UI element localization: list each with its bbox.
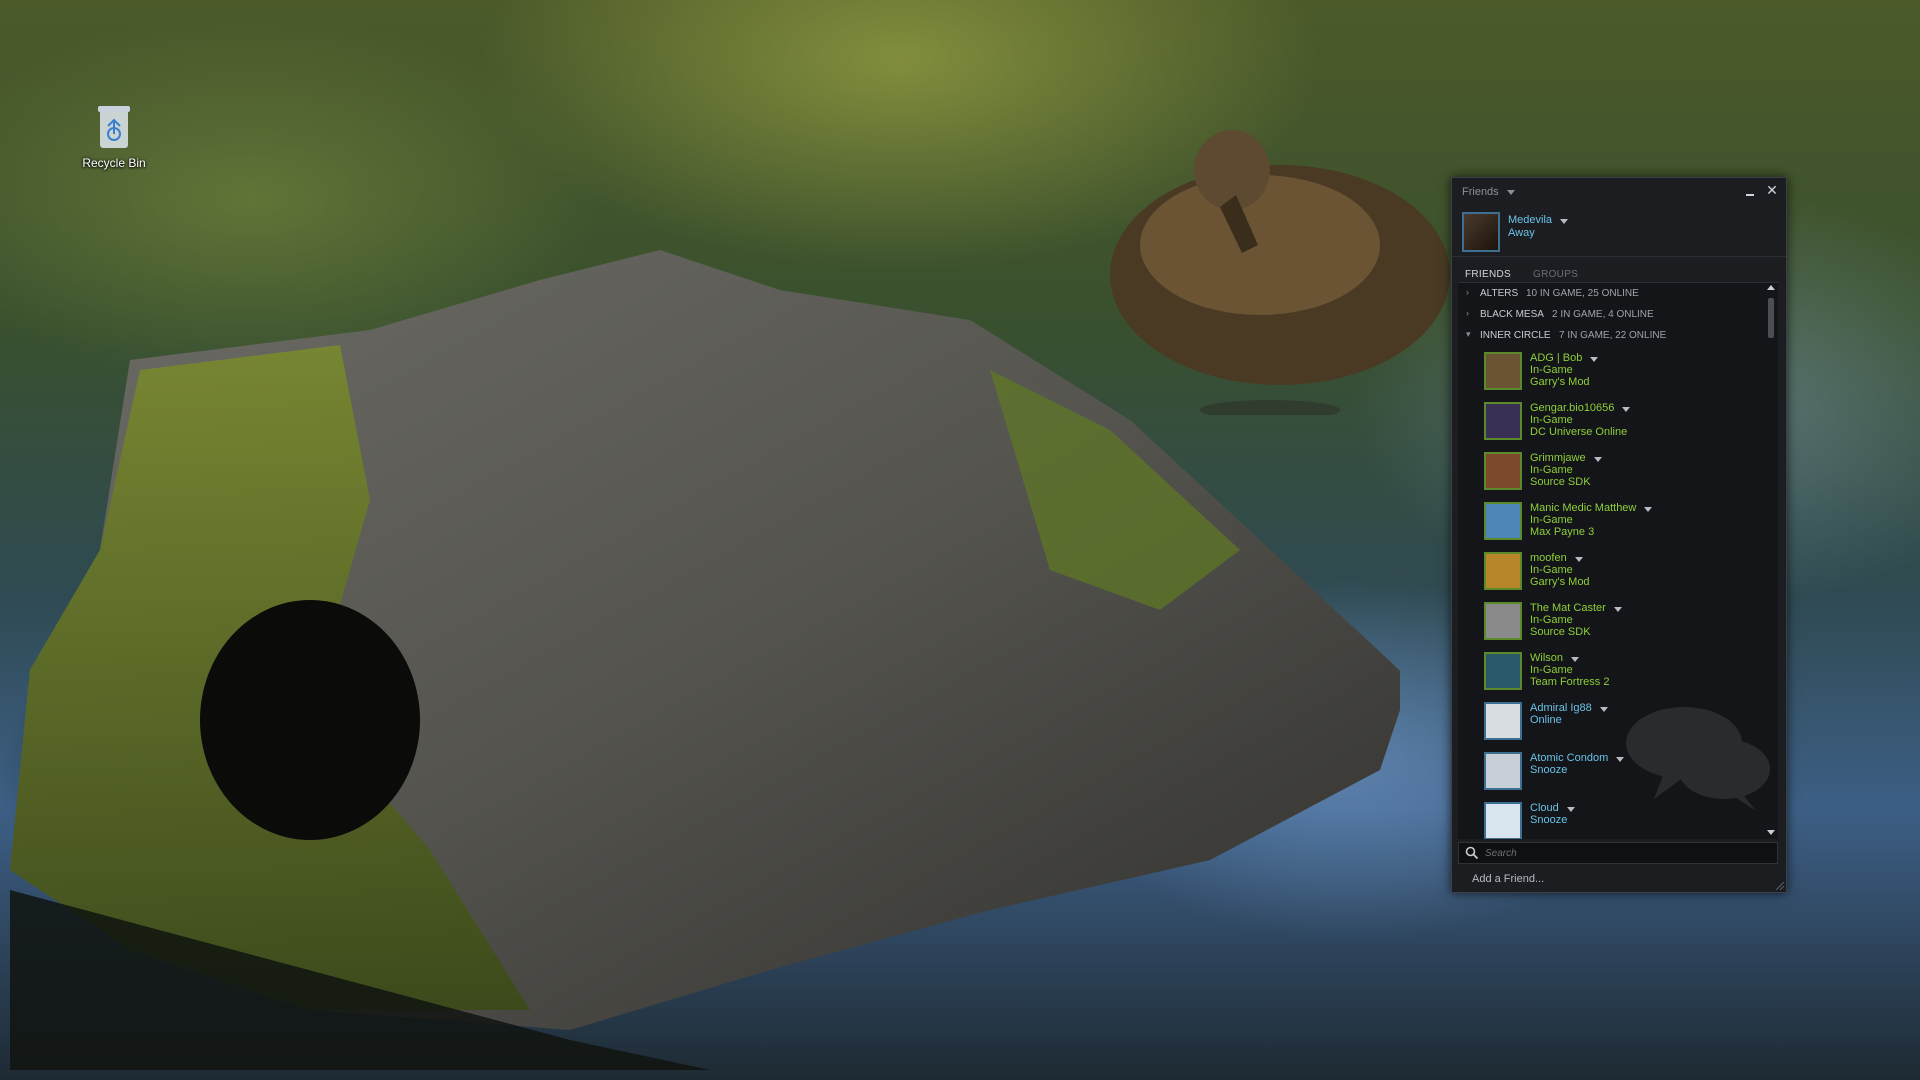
friend-name[interactable]: moofen: [1530, 552, 1567, 564]
friends-list-scrollbar[interactable]: [1767, 283, 1775, 839]
friend-menu-caret-icon[interactable]: [1644, 507, 1652, 512]
friends-titlebar[interactable]: Friends ✕: [1452, 178, 1786, 206]
friend-name[interactable]: Cloud: [1530, 802, 1559, 814]
title-menu-caret-icon[interactable]: [1507, 190, 1515, 195]
friend-game: Source SDK: [1530, 476, 1591, 488]
friend-menu-caret-icon[interactable]: [1575, 557, 1583, 562]
friend-status: In-Game: [1530, 514, 1573, 526]
current-user[interactable]: Medevila Away: [1452, 206, 1786, 257]
friend-status: Online: [1530, 714, 1562, 726]
friend-menu-caret-icon[interactable]: [1571, 657, 1579, 662]
group-name: BLACK MESA: [1480, 309, 1544, 320]
tab-groups[interactable]: GROUPS: [1533, 269, 1578, 280]
user-status: Away: [1508, 227, 1535, 239]
desktop-icon-label: Recycle Bin: [82, 156, 146, 170]
friend-status: In-Game: [1530, 364, 1573, 376]
wallpaper-duck: [1110, 130, 1450, 415]
group-count: 10 IN GAME, 25 ONLINE: [1526, 288, 1639, 299]
search-box[interactable]: [1458, 842, 1778, 864]
friend-avatar[interactable]: [1484, 652, 1522, 690]
friend-game: Team Fortress 2: [1530, 676, 1610, 688]
friend-row[interactable]: The Mat Caster In-Game Source SDK: [1458, 596, 1778, 646]
group-name: INNER CIRCLE: [1480, 330, 1551, 341]
recycle-bin-icon: [98, 106, 130, 148]
chevron-right-icon[interactable]: ›: [1466, 309, 1474, 318]
desktop-icon-recycle-bin[interactable]: Recycle Bin: [78, 104, 150, 170]
friend-avatar[interactable]: [1484, 502, 1522, 540]
friend-row[interactable]: Manic Medic Matthew In-Game Max Payne 3: [1458, 496, 1778, 546]
friend-name[interactable]: Wilson: [1530, 652, 1563, 664]
friend-status: Snooze: [1530, 814, 1568, 826]
chat-bubbles-watermark-icon: [1626, 707, 1770, 811]
friend-game: DC Universe Online: [1530, 426, 1628, 438]
friend-avatar[interactable]: [1484, 402, 1522, 440]
scroll-down-arrow-icon[interactable]: [1767, 830, 1775, 835]
friend-menu-caret-icon[interactable]: [1567, 807, 1575, 812]
friends-window: Friends ✕ Medevila Away FRIENDS GROUPS ›…: [1451, 177, 1787, 893]
friend-name[interactable]: Gengar.bio10656: [1530, 402, 1614, 414]
friend-name[interactable]: Admiral Ig88: [1530, 702, 1592, 714]
friends-list: › ALTERS 10 IN GAME, 25 ONLINE › BLACK MESA 2…: [1458, 282, 1778, 839]
friend-row[interactable]: Wilson In-Game Team Fortress 2: [1458, 646, 1778, 696]
friend-status: In-Game: [1530, 664, 1573, 676]
user-name[interactable]: Medevila: [1508, 214, 1552, 226]
group-name: ALTERS: [1480, 288, 1519, 299]
friend-menu-caret-icon[interactable]: [1594, 457, 1602, 462]
group-count: 2 IN GAME, 4 ONLINE: [1552, 309, 1654, 320]
tab-friends[interactable]: FRIENDS: [1465, 269, 1511, 280]
friend-name[interactable]: Manic Medic Matthew: [1530, 502, 1636, 514]
chevron-right-icon[interactable]: ›: [1466, 288, 1474, 297]
friend-name[interactable]: Grimmjawe: [1530, 452, 1586, 464]
friend-status: In-Game: [1530, 614, 1573, 626]
resize-grip-icon[interactable]: [1776, 882, 1784, 890]
friend-menu-caret-icon[interactable]: [1590, 357, 1598, 362]
friend-game: Garry's Mod: [1530, 576, 1590, 588]
friend-row[interactable]: ADG | Bob In-Game Garry's Mod: [1458, 346, 1778, 396]
search-input[interactable]: [1483, 845, 1767, 862]
friend-menu-caret-icon[interactable]: [1600, 707, 1608, 712]
scroll-up-arrow-icon[interactable]: [1767, 285, 1775, 290]
friend-status: In-Game: [1530, 464, 1573, 476]
minimize-button[interactable]: [1744, 184, 1758, 198]
window-title: Friends: [1462, 186, 1499, 198]
friend-name[interactable]: The Mat Caster: [1530, 602, 1606, 614]
friend-avatar[interactable]: [1484, 352, 1522, 390]
friend-avatar[interactable]: [1484, 702, 1522, 740]
friend-avatar[interactable]: [1484, 802, 1522, 839]
friend-menu-caret-icon[interactable]: [1622, 407, 1630, 412]
search-icon: [1465, 846, 1479, 860]
add-friend-link[interactable]: Add a Friend...: [1472, 873, 1544, 885]
friend-menu-caret-icon[interactable]: [1614, 607, 1622, 612]
friend-avatar[interactable]: [1484, 552, 1522, 590]
friend-name[interactable]: ADG | Bob: [1530, 352, 1582, 364]
group-row-inner-circle[interactable]: ▾ INNER CIRCLE 7 IN GAME, 22 ONLINE: [1458, 325, 1778, 346]
friend-name[interactable]: Atomic Condom: [1530, 752, 1608, 764]
user-menu-caret-icon[interactable]: [1560, 219, 1568, 224]
friend-avatar[interactable]: [1484, 602, 1522, 640]
friend-row[interactable]: moofen In-Game Garry's Mod: [1458, 546, 1778, 596]
friend-game: Max Payne 3: [1530, 526, 1595, 538]
friend-avatar[interactable]: [1484, 452, 1522, 490]
friend-game: Garry's Mod: [1530, 376, 1590, 388]
group-row-black-mesa[interactable]: › BLACK MESA 2 IN GAME, 4 ONLINE: [1458, 304, 1778, 325]
chevron-down-icon[interactable]: ▾: [1466, 330, 1474, 339]
scroll-thumb[interactable]: [1768, 298, 1774, 338]
friend-row[interactable]: Gengar.bio10656 In-Game DC Universe Online: [1458, 396, 1778, 446]
friend-avatar[interactable]: [1484, 752, 1522, 790]
close-button[interactable]: ✕: [1764, 182, 1780, 198]
friend-menu-caret-icon[interactable]: [1616, 757, 1624, 762]
friend-game: Source SDK: [1530, 626, 1591, 638]
friend-status: In-Game: [1530, 414, 1573, 426]
group-row-alters[interactable]: › ALTERS 10 IN GAME, 25 ONLINE: [1458, 283, 1778, 304]
friend-status: In-Game: [1530, 564, 1573, 576]
friend-status: Snooze: [1530, 764, 1568, 776]
friend-row[interactable]: Grimmjawe In-Game Source SDK: [1458, 446, 1778, 496]
group-count: 7 IN GAME, 22 ONLINE: [1559, 330, 1667, 341]
user-avatar[interactable]: [1462, 212, 1500, 252]
